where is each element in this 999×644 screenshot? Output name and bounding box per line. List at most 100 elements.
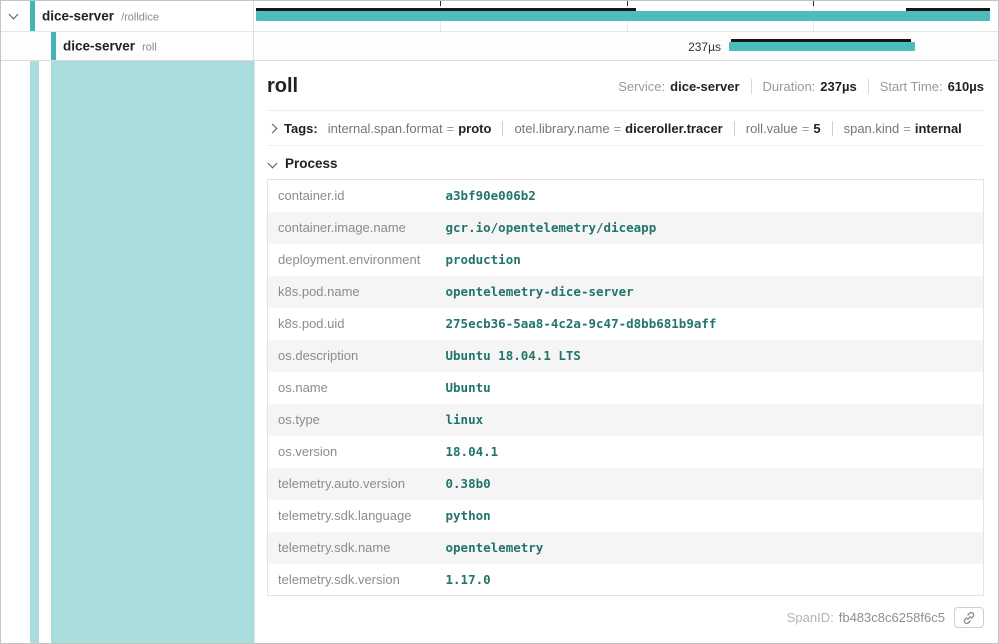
duration-meta-label: Duration: (763, 79, 816, 94)
operation-label: /rolldice (121, 12, 159, 24)
kv-value: a3bf90e006b2 (436, 180, 984, 212)
trace-detail-view: dice-server/rolldice dice-server roll 237… (0, 0, 999, 644)
span-rows: dice-server/rolldice dice-server roll 237… (1, 1, 998, 61)
duration-meta-value: 237µs (820, 79, 856, 94)
tag-equals: = (447, 121, 455, 136)
tag-key: span.kind (844, 121, 900, 136)
table-row: os.nameUbuntu (268, 372, 984, 404)
kv-key: telemetry.auto.version (268, 468, 436, 500)
tag-item: internal.span.format =proto (328, 121, 492, 136)
tag-item: span.kind=internal (844, 121, 962, 136)
span-timeline-cell: 237µs (254, 32, 998, 60)
table-row: telemetry.sdk.version1.17.0 (268, 564, 984, 596)
table-row: telemetry.sdk.languagepython (268, 500, 984, 532)
kv-key: telemetry.sdk.language (268, 500, 436, 532)
starttime-meta-label: Start Time: (880, 79, 943, 94)
span-title: roll (267, 75, 298, 98)
kv-value: gcr.io/opentelemetry/diceapp (436, 212, 984, 244)
kv-key: os.type (268, 404, 436, 436)
span-bar-accent (731, 39, 911, 42)
chevron-right-icon (268, 124, 278, 134)
tag-value: diceroller.tracer (625, 121, 723, 136)
selected-span-fill (51, 61, 254, 643)
tag-key: internal.span.format (328, 121, 443, 136)
spanid-label: SpanID: (787, 610, 834, 625)
table-row: k8s.pod.uid275ecb36-5aa8-4c2a-9c47-d8bb6… (268, 308, 984, 340)
tag-key: roll.value (746, 121, 798, 136)
kv-value: python (436, 500, 984, 532)
span-bar-accent (906, 8, 990, 11)
kv-key: telemetry.sdk.version (268, 564, 436, 596)
kv-value: 1.17.0 (436, 564, 984, 596)
tag-equals: = (614, 121, 622, 136)
kv-value: Ubuntu (436, 372, 984, 404)
parent-indent-guide (30, 61, 39, 643)
span-detail-footer: SpanID: fb483c8c6258f6c5 (267, 607, 984, 628)
span-bar-accent (256, 8, 636, 11)
kv-key: deployment.environment (268, 244, 436, 276)
tag-equals: = (802, 121, 810, 136)
starttime-meta-value: 610µs (948, 79, 984, 94)
span-service-name: dice-server roll (63, 39, 157, 54)
process-label: Process (285, 156, 338, 171)
table-row: os.typelinux (268, 404, 984, 436)
service-meta-value: dice-server (670, 79, 739, 94)
table-row: container.ida3bf90e006b2 (268, 180, 984, 212)
operation-label: roll (142, 42, 157, 54)
kv-value: linux (436, 404, 984, 436)
span-row-roll[interactable]: dice-server roll 237µs (1, 32, 998, 61)
table-row: os.descriptionUbuntu 18.04.1 LTS (268, 340, 984, 372)
span-color-bar (51, 32, 56, 60)
kv-key: os.description (268, 340, 436, 372)
tag-item: roll.value =5 (746, 121, 821, 136)
meta-divider (868, 79, 869, 94)
kv-key: os.version (268, 436, 436, 468)
kv-value: Ubuntu 18.04.1 LTS (436, 340, 984, 372)
kv-key: os.name (268, 372, 436, 404)
tag-value: proto (458, 121, 491, 136)
copy-link-button[interactable] (954, 607, 984, 628)
kv-value: 18.04.1 (436, 436, 984, 468)
kv-key: k8s.pod.name (268, 276, 436, 308)
span-detail-panel: roll Service: dice-server Duration: 237µ… (254, 61, 998, 643)
tag-divider (832, 121, 833, 136)
service-label: dice-server (42, 9, 114, 24)
kv-key: container.image.name (268, 212, 436, 244)
span-duration-label: 237µs (649, 40, 721, 54)
kv-value: production (436, 244, 984, 276)
link-icon (962, 611, 976, 625)
kv-value: opentelemetry (436, 532, 984, 564)
process-accordion-toggle[interactable]: Process (267, 146, 984, 179)
table-row: telemetry.sdk.nameopentelemetry (268, 532, 984, 564)
spanid-value: fb483c8c6258f6c5 (839, 610, 945, 625)
meta-divider (751, 79, 752, 94)
span-bar-roll[interactable] (729, 42, 915, 51)
process-key-value-table: container.ida3bf90e006b2 container.image… (267, 179, 984, 596)
tag-value: 5 (813, 121, 820, 136)
kv-value: 0.38b0 (436, 468, 984, 500)
span-detail-header: roll Service: dice-server Duration: 237µ… (267, 75, 984, 98)
span-bar-rolldice[interactable] (256, 11, 990, 21)
span-name-cell: dice-server roll (1, 32, 254, 60)
span-service-name: dice-server/rolldice (42, 9, 159, 24)
tag-equals: = (903, 121, 911, 136)
tag-key: otel.library.name (514, 121, 609, 136)
span-row-rolldice[interactable]: dice-server/rolldice (1, 1, 998, 32)
chevron-down-icon (268, 159, 278, 169)
tags-accordion-toggle[interactable]: Tags: internal.span.format=proto otel.li… (267, 111, 984, 146)
span-color-bar (30, 1, 35, 31)
service-label: dice-server (63, 39, 135, 54)
table-row: os.version18.04.1 (268, 436, 984, 468)
span-name-cell: dice-server/rolldice (1, 1, 254, 31)
service-meta-label: Service: (618, 79, 665, 94)
chevron-down-icon[interactable] (9, 10, 19, 20)
kv-key: telemetry.sdk.name (268, 532, 436, 564)
tags-label: Tags: (284, 121, 318, 136)
table-row: telemetry.auto.version0.38b0 (268, 468, 984, 500)
table-row: deployment.environmentproduction (268, 244, 984, 276)
kv-value: 275ecb36-5aa8-4c2a-9c47-d8bb681b9aff (436, 308, 984, 340)
table-row: k8s.pod.nameopentelemetry-dice-server (268, 276, 984, 308)
tag-divider (502, 121, 503, 136)
table-row: container.image.namegcr.io/opentelemetry… (268, 212, 984, 244)
tag-divider (734, 121, 735, 136)
